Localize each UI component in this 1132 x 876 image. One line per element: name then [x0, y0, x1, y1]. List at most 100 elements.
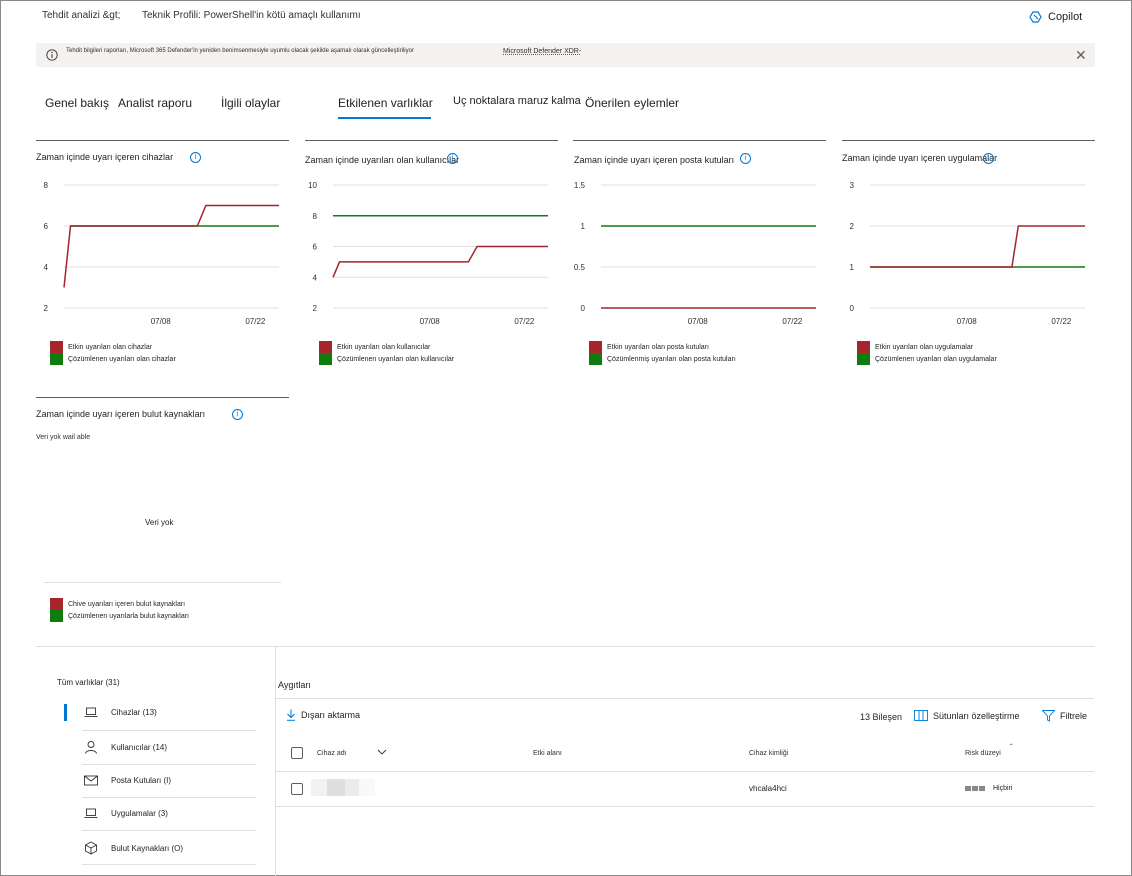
sort-ascending-icon: ˆ [1010, 743, 1013, 752]
legend-apps: Etkin uyarıları olan uygulamalar Çözümle… [857, 341, 997, 365]
asset-item-label: Posta Kutuları (I) [111, 776, 172, 785]
legend-label: Etkin uyarıları olan kullanıcılar [337, 343, 431, 351]
row-checkbox[interactable] [291, 783, 303, 795]
risk-level-bars [965, 786, 985, 791]
series-line-active [870, 225, 1085, 268]
tab-impacted-assets[interactable]: Etkilenen varlıklar [338, 96, 433, 110]
y-tick-label: 1.5 [574, 181, 586, 190]
asset-item-apps[interactable]: Uygulamalar (3) [84, 808, 168, 819]
y-tick-label: 2 [850, 222, 855, 231]
x-tick-label: 07/08 [420, 317, 441, 326]
close-banner-icon[interactable]: ✕ [1075, 48, 1087, 62]
chevron-down-icon[interactable] [377, 749, 387, 756]
column-header-risk-level[interactable]: Risk düzeyi [965, 750, 1001, 757]
y-tick-label: 10 [308, 181, 317, 190]
header-divider [276, 698, 1094, 699]
all-assets-label[interactable]: Tüm varlıklar (31) [57, 678, 120, 687]
legend-swatch-active [50, 598, 63, 610]
export-button[interactable]: Dışarı aktarma [286, 709, 360, 721]
card-divider [36, 397, 289, 398]
chart-apps: 3 2 1 0 07/08 07/22 [850, 181, 1085, 326]
legend-swatch-resolved [857, 353, 870, 365]
legend-users: Etkin uyarıları olan kullanıcılar Çözüml… [319, 341, 454, 365]
y-tick-label: 8 [44, 181, 49, 190]
filter-button[interactable]: Filtrele [1042, 710, 1087, 722]
breadcrumb-threat-analytics[interactable]: Tehdit analizi &gt; [42, 10, 120, 21]
asset-item-label: Kullanıcılar (14) [111, 742, 168, 752]
x-tick-label: 07/08 [688, 317, 709, 326]
chart-users: 10 8 6 4 2 07/08 07/22 [308, 181, 548, 326]
export-label: Dışarı aktarma [301, 710, 361, 720]
info-icon [46, 49, 58, 61]
card-divider [305, 140, 558, 141]
info-icon[interactable]: i [190, 152, 201, 163]
section-divider [36, 646, 1095, 647]
item-separator [82, 764, 256, 765]
info-icon[interactable]: i [232, 409, 243, 420]
laptop-icon [84, 707, 98, 717]
laptop-icon [84, 808, 98, 818]
risk-level-value: Hiçbiri [993, 785, 1013, 792]
tab-recommended-actions[interactable]: Önerilen eylemler [585, 96, 679, 110]
y-tick-label: 8 [313, 212, 318, 221]
legend-label: Çözümlenen uyarıları olan kullanıcılar [337, 355, 455, 363]
panel-divider [275, 646, 276, 876]
info-icon[interactable]: i [983, 153, 994, 164]
y-tick-label: 6 [313, 243, 318, 252]
chart-mailboxes: 1.5 1 0.5 0 07/08 07/22 [574, 181, 816, 326]
legend-label: Çözümlenen uyarıları olan uygulamalar [875, 355, 997, 363]
selected-indicator [64, 704, 67, 721]
table-row-divider [276, 806, 1094, 807]
legend-swatch-active [589, 341, 602, 353]
column-header-device-id[interactable]: Cihaz kimliği [749, 750, 788, 757]
copilot-icon [1029, 11, 1042, 23]
card-divider [842, 140, 1095, 141]
active-tab-indicator [338, 117, 431, 119]
legend-swatch-active [319, 341, 332, 353]
customize-columns-label: Sütunları özelleştirme [933, 711, 1020, 721]
legend-swatch-active [50, 341, 63, 353]
info-icon[interactable]: i [740, 153, 751, 164]
asset-item-label: Uygulamalar (3) [111, 809, 168, 818]
table-header-divider [276, 771, 1094, 772]
item-separator [82, 730, 256, 731]
chart-no-data-subtitle: Veri yok wail able [36, 434, 91, 441]
breadcrumb-current-profile: Teknik Profili: PowerShell'in kötü amaçl… [142, 10, 361, 21]
customize-columns-button[interactable]: Sütunları özelleştirme [914, 710, 1020, 722]
x-tick-label: 07/08 [957, 317, 978, 326]
asset-item-label: Bulut Kaynakları (O) [111, 843, 184, 853]
tab-overview[interactable]: Genel bakış [45, 96, 109, 110]
copilot-label: Copilot [1048, 11, 1083, 23]
asset-item-cloud[interactable]: Bulut Kaynakları (O) [84, 841, 183, 855]
filter-label: Filtrele [1060, 711, 1088, 721]
chart-title-users: Zaman içinde uyarıları olan kullanıcılar [305, 155, 460, 165]
copilot-button[interactable]: Copilot [1029, 11, 1082, 23]
chart-devices: 8 6 4 2 07/08 07/22 [44, 181, 279, 326]
legend-label: Chive uyarıları içeren bulut kaynakları [68, 600, 186, 608]
series-line-active [332, 245, 548, 278]
asset-item-mailboxes[interactable]: Posta Kutuları (I) [84, 775, 171, 786]
tab-endpoints-exposure[interactable]: Uç noktalara maruz kalma [453, 95, 581, 107]
legend-swatch-resolved [319, 353, 332, 365]
tab-analyst-report[interactable]: Analist raporu [118, 96, 192, 110]
chart-no-data-message: Veri yok [145, 518, 174, 527]
columns-icon [914, 710, 928, 721]
legend-cloud: Chive uyarıları içeren bulut kaynakları … [50, 598, 189, 622]
column-header-domain[interactable]: Etki alanı [533, 750, 562, 757]
legend-mailboxes: Etkin uyarıları olan posta kutuları Çözü… [589, 341, 736, 365]
y-tick-label: 2 [44, 304, 49, 313]
devices-title: Aygıtları [278, 680, 311, 690]
banner-text: Tehdit bilgileri raporları, Microsoft 36… [66, 48, 414, 54]
asset-item-devices[interactable]: Cihazlar (13) [84, 707, 157, 718]
banner-link[interactable]: Microsoft Defender XDR- [503, 48, 581, 55]
info-icon[interactable]: i [447, 153, 458, 164]
select-all-checkbox[interactable] [291, 747, 303, 759]
x-tick-label: 07/08 [151, 317, 172, 326]
y-tick-label: 1 [850, 263, 855, 272]
device-name-redacted[interactable] [311, 779, 375, 796]
legend-swatch-resolved [50, 610, 63, 622]
tab-related-incidents[interactable]: İlgili olaylar [221, 96, 280, 110]
column-header-device-name[interactable]: Cihaz adı [317, 750, 347, 757]
asset-item-users[interactable]: Kullanıcılar (14) [84, 740, 167, 754]
person-icon [85, 741, 97, 754]
